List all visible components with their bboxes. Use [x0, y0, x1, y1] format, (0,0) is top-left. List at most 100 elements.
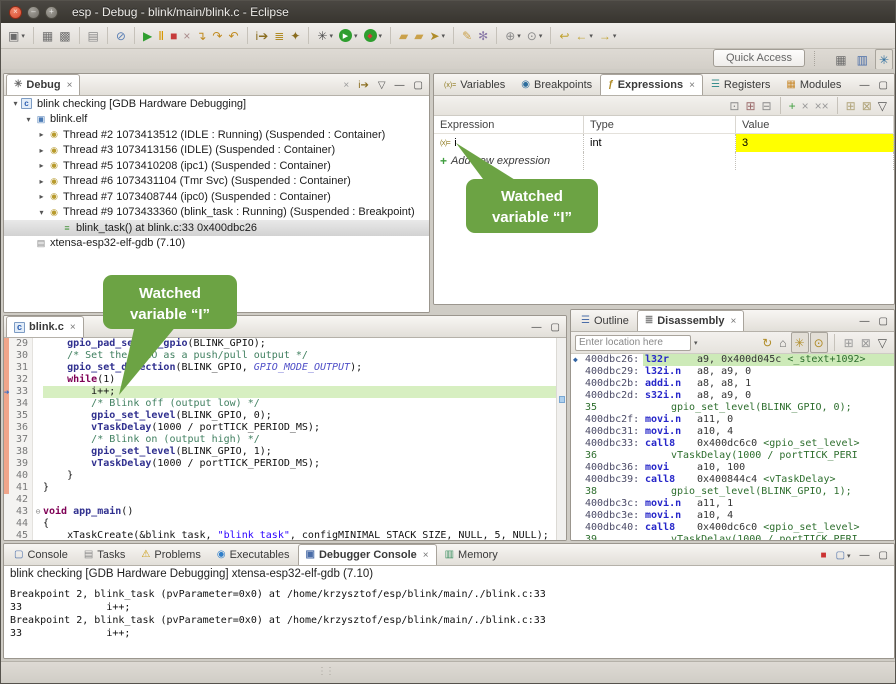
debug-tree-item[interactable]: ▸◉Thread #7 1073408744 (ipc0) (Suspended…	[4, 189, 429, 205]
maximize-button[interactable]: ▢	[878, 78, 889, 93]
breakpoint-action-button[interactable]: ✦	[287, 25, 303, 46]
format-button[interactable]: ✎	[459, 25, 475, 46]
close-icon[interactable]: ×	[730, 316, 736, 327]
sync-pc-button[interactable]: ✳	[791, 332, 809, 353]
open-type-button[interactable]: ▰	[396, 25, 411, 46]
tab-console[interactable]: ▢Console	[6, 544, 76, 565]
add-expression-button[interactable]: +	[786, 95, 799, 116]
maximize-window-button[interactable]: +	[45, 6, 58, 19]
debug-tree-item[interactable]: ▸◉Thread #5 1073410208 (ipc1) (Suspended…	[4, 158, 429, 174]
skip-all-breakpoints-button[interactable]: ⊘	[113, 25, 129, 46]
maximize-button[interactable]: ▢	[878, 314, 889, 329]
debug-button[interactable]: ✳▾	[314, 25, 336, 46]
debug-tree-item[interactable]: ▾cblink checking [GDB Hardware Debugging…	[4, 96, 429, 112]
debug-tree-item[interactable]: ≡blink_task() at blink.c:33 0x400dbc26	[4, 220, 429, 236]
close-window-button[interactable]: ×	[9, 6, 22, 19]
open-perspective-button[interactable]: ▦	[832, 49, 849, 70]
tab-memory[interactable]: ▥Memory	[437, 544, 506, 565]
show-type-names-button[interactable]: ⊡	[726, 95, 742, 116]
minimize-button[interactable]: —	[859, 548, 871, 563]
close-icon[interactable]: ×	[689, 80, 695, 91]
expander-icon[interactable]: ▾	[23, 115, 34, 124]
debug-tree-item[interactable]: ▸◉Thread #6 1073431104 (Tmr Svc) (Suspen…	[4, 174, 429, 190]
link-editor-button[interactable]: ⊙▾	[524, 25, 546, 46]
debug-tree-item[interactable]: ▸◉Thread #3 1073413156 (IDLE) (Suspended…	[4, 143, 429, 159]
debug-perspective-button[interactable]: ✳	[875, 49, 893, 70]
suspend-button[interactable]: Ⅱ	[155, 25, 167, 46]
expander-icon[interactable]: ▸	[36, 161, 47, 170]
expander-icon[interactable]: ▸	[36, 146, 47, 155]
expander-icon[interactable]: ▾	[10, 99, 21, 108]
close-icon[interactable]: ×	[67, 80, 73, 91]
instruction-stepping-mode-button[interactable]: i➔	[357, 78, 370, 93]
location-dropdown-icon[interactable]: ▾	[694, 339, 698, 347]
new-wizard-button[interactable]: ▣▾	[5, 25, 28, 46]
instruction-stepping-button[interactable]: i➔	[253, 25, 272, 46]
show-source-button[interactable]: ⊙	[810, 332, 828, 353]
debug-tree-item[interactable]: ▤xtensa-esp32-elf-gdb (7.10)	[4, 236, 429, 252]
minimize-button[interactable]: —	[394, 78, 406, 93]
expander-icon[interactable]: ▸	[36, 177, 47, 186]
tab-expressions[interactable]: ƒExpressions×	[600, 74, 703, 95]
remove-all-terminated-button[interactable]: ×	[342, 78, 350, 93]
debug-tree-item[interactable]: ▾▣blink.elf	[4, 112, 429, 128]
console-output[interactable]: Breakpoint 2, blink_task (pvParameter=0x…	[4, 584, 894, 658]
tab-debugger-console[interactable]: ▣Debugger Console×	[298, 544, 437, 565]
home-button[interactable]: ⌂	[776, 332, 789, 353]
new-view-button[interactable]: ⊞	[841, 332, 857, 353]
step-into-button[interactable]: ↴	[193, 25, 209, 46]
save-button[interactable]: ▦	[39, 25, 56, 46]
column-header-expression[interactable]: Expression	[434, 116, 584, 133]
terminate-button[interactable]: ■	[167, 25, 180, 46]
external-tools-button[interactable]: ➤▾	[426, 25, 448, 46]
overview-ruler[interactable]	[556, 338, 566, 540]
collapse-all-button[interactable]: ⊟	[759, 95, 775, 116]
column-header-value[interactable]: Value	[736, 116, 894, 133]
tab-executables[interactable]: ◉Executables	[209, 544, 298, 565]
fold-icon[interactable]: ⊖	[33, 506, 43, 518]
debug-tree-item[interactable]: ▾◉Thread #9 1073433360 (blink_task : Run…	[4, 205, 429, 221]
code-editor[interactable]: 29 gpio_pad_select_gpio(BLINK_GPIO);30 /…	[4, 338, 566, 540]
view-menu-button[interactable]: ▽	[377, 78, 387, 93]
tab-debug[interactable]: ✳Debug×	[6, 74, 80, 95]
tab-breakpoints[interactable]: ◉Breakpoints	[513, 74, 600, 95]
maximize-button[interactable]: ▢	[878, 548, 889, 563]
maximize-button[interactable]: ▢	[550, 320, 561, 335]
stop-button[interactable]: ■	[820, 548, 828, 563]
build-button[interactable]: ▤	[85, 25, 102, 46]
statusbar-handle[interactable]: ⋮⋮	[317, 666, 333, 677]
tab-modules[interactable]: ▦Modules	[778, 74, 849, 95]
expander-icon[interactable]: ▾	[36, 208, 47, 217]
debug-tree-item[interactable]: ▸◉Thread #2 1073413512 (IDLE : Running) …	[4, 127, 429, 143]
expander-icon[interactable]: ▸	[36, 192, 47, 201]
location-input[interactable]	[575, 335, 691, 351]
open-resource-button[interactable]: ▰	[411, 25, 426, 46]
pin-view-button[interactable]: ⊠	[858, 332, 874, 353]
step-return-button[interactable]: ↶	[225, 25, 241, 46]
quick-access-box[interactable]: Quick Access	[713, 49, 805, 67]
tab-disassembly[interactable]: ≣Disassembly×	[637, 310, 745, 331]
tab-variables[interactable]: (x)=Variables	[436, 74, 513, 95]
refresh-button[interactable]: ↻	[759, 332, 775, 353]
minimize-window-button[interactable]: –	[27, 6, 40, 19]
forward-button[interactable]: →▾	[596, 25, 620, 46]
last-edit-button[interactable]: ↩	[556, 25, 572, 46]
close-icon[interactable]: ×	[70, 322, 76, 333]
tab-blink-c[interactable]: cblink.c×	[6, 316, 84, 337]
minimize-button[interactable]: —	[859, 314, 871, 329]
expander-icon[interactable]: ▸	[36, 130, 47, 139]
profile-button[interactable]: ◆▾	[361, 25, 386, 46]
instruction-pointer-icon[interactable]: ➔	[4, 387, 9, 399]
resume-button[interactable]: ▶	[140, 25, 155, 46]
new-watch-window-button[interactable]: ⊞	[843, 95, 859, 116]
remove-expression-button[interactable]: ×	[799, 95, 812, 116]
disconnect-button[interactable]: ×	[180, 25, 193, 46]
disassembly-content[interactable]: ◆400dbc26:l32ra9, 0x400d045c <_stext+109…	[571, 354, 894, 540]
tab-tasks[interactable]: ▤Tasks	[76, 544, 134, 565]
view-memory-button[interactable]: ≣	[271, 25, 287, 46]
maximize-button[interactable]: ▢	[413, 78, 424, 93]
close-icon[interactable]: ×	[423, 550, 429, 561]
back-button[interactable]: ←▾	[572, 25, 596, 46]
minimize-button[interactable]: —	[859, 78, 871, 93]
step-over-button[interactable]: ↷	[209, 25, 225, 46]
